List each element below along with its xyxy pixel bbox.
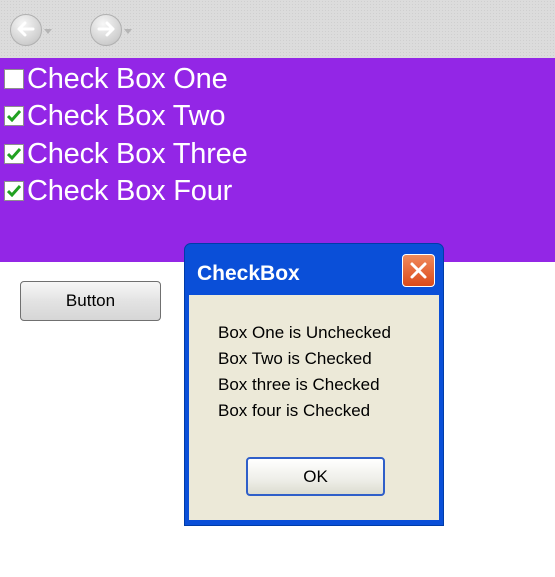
dialog-body: Box One is Unchecked Box Two is Checked … <box>189 295 439 520</box>
forward-button[interactable] <box>86 8 132 46</box>
navigation-toolbar <box>0 0 555 58</box>
back-arrow-icon <box>17 21 35 37</box>
checkbox-four-label[interactable]: Check Box Four <box>27 173 232 209</box>
ok-button[interactable]: OK <box>246 457 385 496</box>
back-button[interactable] <box>6 8 52 46</box>
checkbox-two[interactable]: Check Box Two <box>0 98 226 134</box>
dialog-message-line: Box One is Unchecked <box>218 323 391 342</box>
message-box-dialog: CheckBox Box One is Unchecked Box Two is… <box>184 243 444 526</box>
dialog-title: CheckBox <box>197 262 300 285</box>
checkbox-one[interactable]: Check Box One <box>0 61 228 97</box>
close-icon <box>410 262 427 279</box>
dialog-message-line: Box four is Checked <box>218 401 371 420</box>
checkbox-two-box[interactable] <box>4 106 24 126</box>
back-dropdown-icon[interactable] <box>44 29 52 34</box>
checkbox-panel: Check Box One Check Box Two Check Box Th… <box>0 58 555 262</box>
checkbox-three-label[interactable]: Check Box Three <box>27 136 248 172</box>
forward-arrow-icon <box>97 21 115 37</box>
checkbox-four[interactable]: Check Box Four <box>0 173 232 209</box>
checkbox-one-label[interactable]: Check Box One <box>27 61 228 97</box>
check-mark-icon <box>7 110 21 122</box>
dialog-message-line: Box Two is Checked <box>218 349 372 368</box>
check-mark-icon <box>7 185 21 197</box>
checkbox-three-box[interactable] <box>4 144 24 164</box>
checkbox-one-box[interactable] <box>4 69 24 89</box>
forward-dropdown-icon[interactable] <box>124 29 132 34</box>
dialog-message-line: Box three is Checked <box>218 375 380 394</box>
dialog-close-button[interactable] <box>402 254 435 287</box>
check-mark-icon <box>7 148 21 160</box>
checkbox-four-box[interactable] <box>4 181 24 201</box>
checkbox-two-label[interactable]: Check Box Two <box>27 98 226 134</box>
checkbox-three[interactable]: Check Box Three <box>0 136 248 172</box>
main-button[interactable]: Button <box>20 281 161 321</box>
